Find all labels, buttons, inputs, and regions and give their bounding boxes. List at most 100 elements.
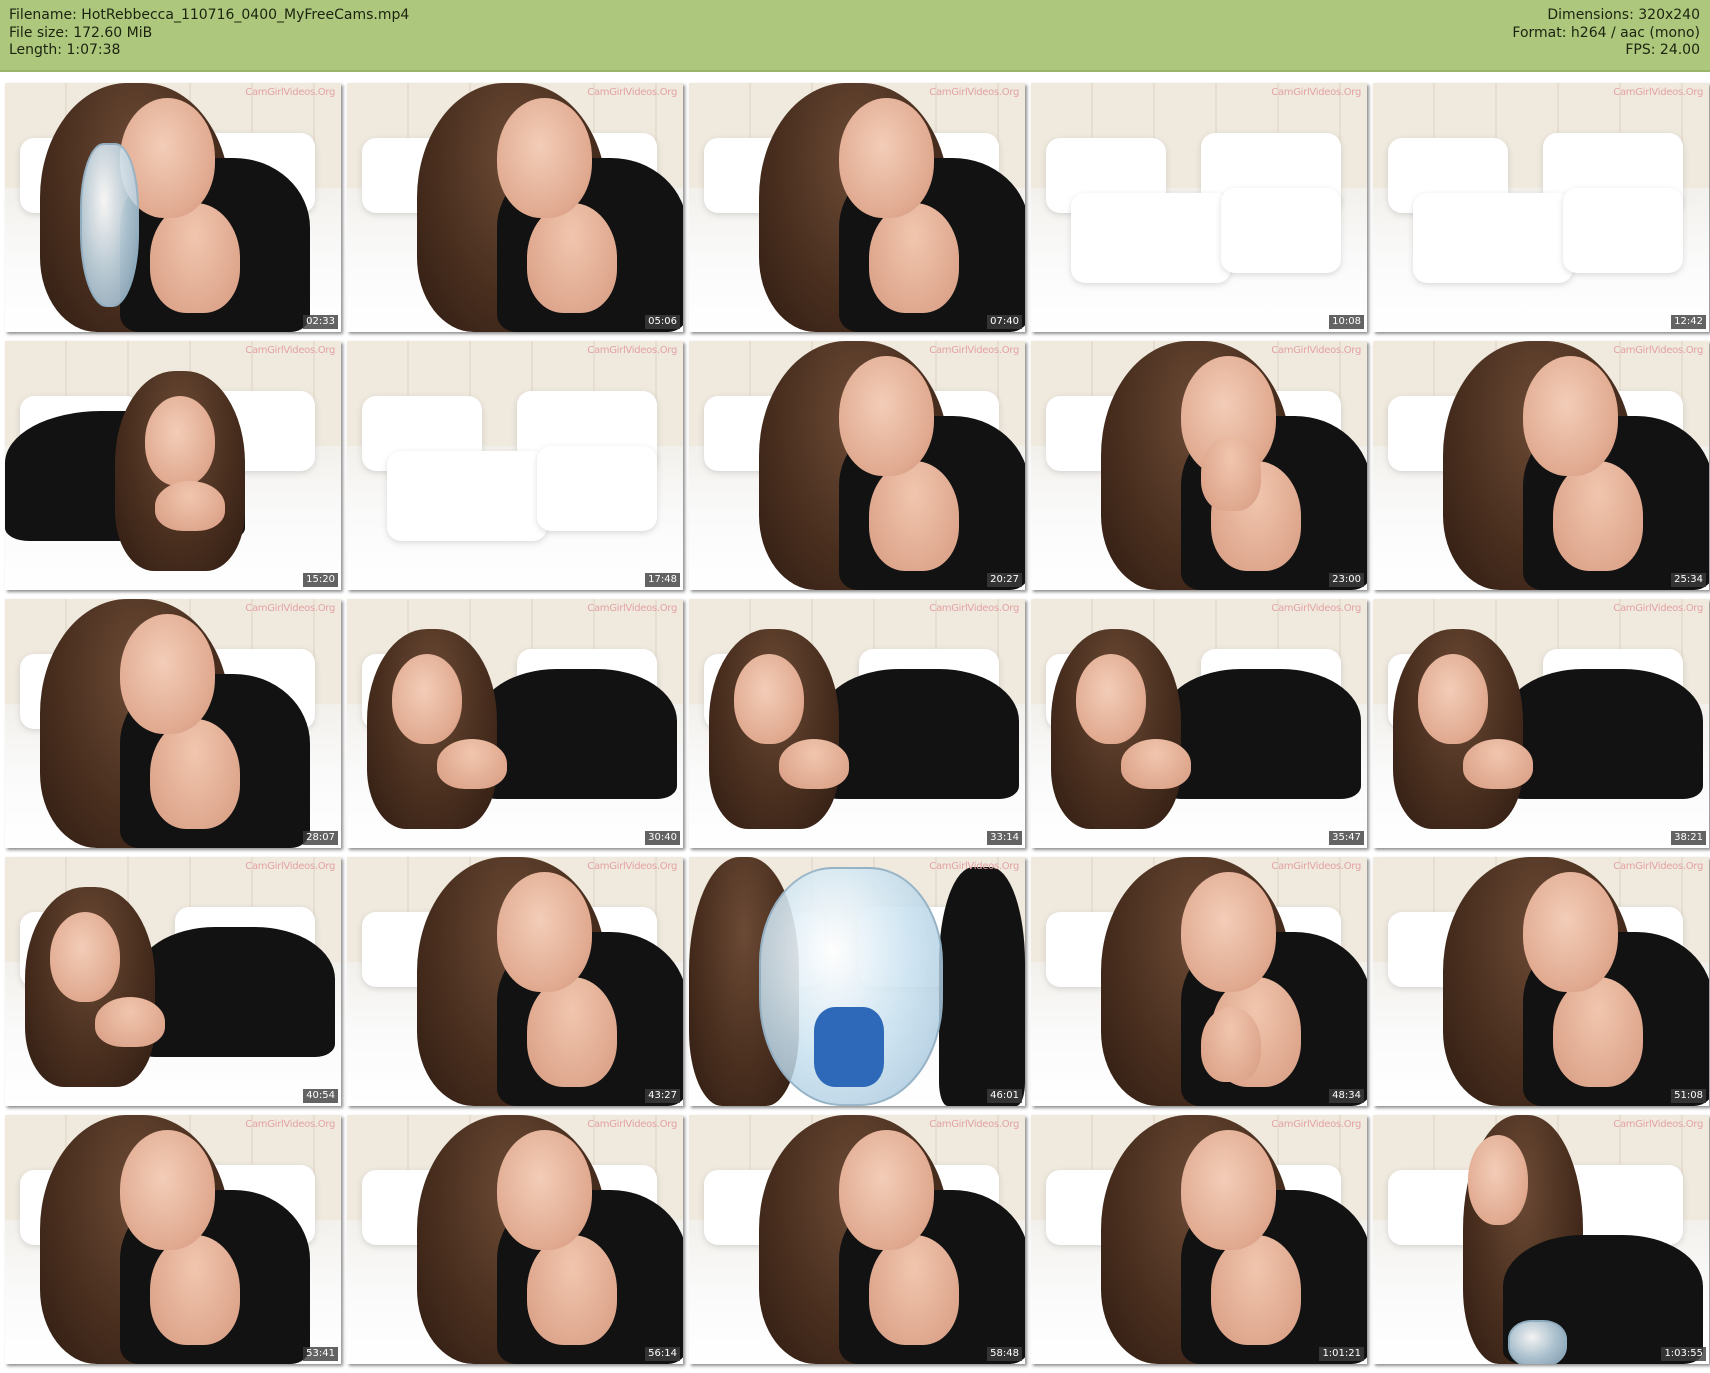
face xyxy=(497,872,592,992)
face xyxy=(120,614,215,734)
chest xyxy=(527,203,617,313)
video-info: Dimensions: 320x240 Format: h264 / aac (… xyxy=(1512,7,1700,60)
thumbnail-frame[interactable]: CamGirlVideos.Org 07:40 xyxy=(689,83,1025,332)
face xyxy=(839,356,934,476)
timestamp-label: 33:14 xyxy=(987,831,1022,845)
watermark-text: CamGirlVideos.Org xyxy=(245,87,335,98)
timestamp-label: 17:48 xyxy=(645,573,680,587)
filesize-text: File size: 172.60 MiB xyxy=(9,24,153,41)
face xyxy=(1076,654,1146,744)
thumbnail-frame[interactable]: CamGirlVideos.Org 51:08 xyxy=(1373,857,1709,1106)
timestamp-label: 51:08 xyxy=(1671,1089,1706,1103)
format-text: Format: h264 / aac (mono) xyxy=(1512,24,1700,41)
fps-text: FPS: 24.00 xyxy=(1625,42,1700,58)
watermark-text: CamGirlVideos.Org xyxy=(929,861,1019,872)
thumbnail-frame[interactable]: CamGirlVideos.Org 28:07 xyxy=(5,599,341,848)
thumbnail-frame[interactable]: CamGirlVideos.Org 30:40 xyxy=(347,599,683,848)
face xyxy=(1523,356,1618,476)
timestamp-label: 1:03:55 xyxy=(1661,1347,1706,1361)
thumbnail-frame[interactable]: CamGirlVideos.Org 40:54 xyxy=(5,857,341,1106)
timestamp-label: 10:08 xyxy=(1329,315,1364,329)
file-info: Filename: HotRebbecca_110716_0400_MyFree… xyxy=(9,7,409,60)
face xyxy=(50,912,120,1002)
pillow xyxy=(1563,188,1683,273)
thumbnail-frame[interactable]: CamGirlVideos.Org 33:14 xyxy=(689,599,1025,848)
watermark-text: CamGirlVideos.Org xyxy=(587,1119,677,1130)
watermark-text: CamGirlVideos.Org xyxy=(245,603,335,614)
watermark-text: CamGirlVideos.Org xyxy=(1613,87,1703,98)
watermark-text: CamGirlVideos.Org xyxy=(1613,861,1703,872)
chest xyxy=(155,481,225,531)
thumbnail-frame[interactable]: CamGirlVideos.Org 35:47 xyxy=(1031,599,1367,848)
timestamp-label: 30:40 xyxy=(645,831,680,845)
timestamp-label: 58:48 xyxy=(987,1347,1022,1361)
face xyxy=(839,1130,934,1250)
watermark-text: CamGirlVideos.Org xyxy=(1271,345,1361,356)
length-text: Length: 1:07:38 xyxy=(9,42,121,58)
chest xyxy=(437,739,507,789)
watermark-text: CamGirlVideos.Org xyxy=(245,861,335,872)
dress xyxy=(477,669,677,799)
chest xyxy=(150,719,240,829)
timestamp-label: 28:07 xyxy=(303,831,338,845)
face xyxy=(145,396,215,486)
thumbnail-frame[interactable]: CamGirlVideos.Org 02:33 xyxy=(5,83,341,332)
face xyxy=(497,1130,592,1250)
chest xyxy=(150,203,240,313)
watermark-text: CamGirlVideos.Org xyxy=(1613,345,1703,356)
timestamp-label: 1:01:21 xyxy=(1319,1347,1364,1361)
timestamp-label: 20:27 xyxy=(987,573,1022,587)
chest xyxy=(869,203,959,313)
thumbnail-frame[interactable]: CamGirlVideos.Org 1:03:55 xyxy=(1373,1115,1709,1364)
thumbnail-frame[interactable]: CamGirlVideos.Org 1:01:21 xyxy=(1031,1115,1367,1364)
chest xyxy=(527,1235,617,1345)
thumbnail-frame[interactable]: CamGirlVideos.Org 10:08 xyxy=(1031,83,1367,332)
thumbnail-frame[interactable]: CamGirlVideos.Org 48:34 xyxy=(1031,857,1367,1106)
thumbnail-frame[interactable]: CamGirlVideos.Org 20:27 xyxy=(689,341,1025,590)
watermark-text: CamGirlVideos.Org xyxy=(245,1119,335,1130)
pillow xyxy=(1221,188,1341,273)
dress xyxy=(1161,669,1361,799)
thumbnail-frame[interactable]: CamGirlVideos.Org 25:34 xyxy=(1373,341,1709,590)
thumbnail-frame[interactable]: CamGirlVideos.Org 58:48 xyxy=(689,1115,1025,1364)
dimensions-text: Dimensions: 320x240 xyxy=(1547,7,1700,23)
thumbnail-frame[interactable]: CamGirlVideos.Org 23:00 xyxy=(1031,341,1367,590)
watermark-text: CamGirlVideos.Org xyxy=(1271,861,1361,872)
dress xyxy=(1503,669,1703,799)
watermark-text: CamGirlVideos.Org xyxy=(929,87,1019,98)
watermark-text: CamGirlVideos.Org xyxy=(929,345,1019,356)
pillow xyxy=(537,446,657,531)
chest xyxy=(527,977,617,1087)
thumbnail-frame[interactable]: CamGirlVideos.Org 43:27 xyxy=(347,857,683,1106)
hand xyxy=(1201,436,1261,511)
thumbnail-frame[interactable]: CamGirlVideos.Org 15:20 xyxy=(5,341,341,590)
dress xyxy=(135,927,335,1057)
thumbnail-frame[interactable]: CamGirlVideos.Org 46:01 xyxy=(689,857,1025,1106)
thumbnail-frame[interactable]: CamGirlVideos.Org 38:21 xyxy=(1373,599,1709,848)
thumbnail-frame[interactable]: CamGirlVideos.Org 05:06 xyxy=(347,83,683,332)
timestamp-label: 12:42 xyxy=(1671,315,1706,329)
face xyxy=(1181,1130,1276,1250)
timestamp-label: 38:21 xyxy=(1671,831,1706,845)
timestamp-label: 23:00 xyxy=(1329,573,1364,587)
watermark-text: CamGirlVideos.Org xyxy=(1271,603,1361,614)
face xyxy=(1181,872,1276,992)
thumbnail-frame[interactable]: CamGirlVideos.Org 56:14 xyxy=(347,1115,683,1364)
watermark-text: CamGirlVideos.Org xyxy=(587,87,677,98)
chest xyxy=(150,1235,240,1345)
watermark-text: CamGirlVideos.Org xyxy=(587,861,677,872)
timestamp-label: 56:14 xyxy=(645,1347,680,1361)
thumbnail-frame[interactable]: CamGirlVideos.Org 12:42 xyxy=(1373,83,1709,332)
timestamp-label: 02:33 xyxy=(303,315,338,329)
pillow xyxy=(1413,193,1573,283)
watermark-text: CamGirlVideos.Org xyxy=(587,345,677,356)
chest xyxy=(1463,739,1533,789)
chest xyxy=(1553,461,1643,571)
thumbnail-frame[interactable]: CamGirlVideos.Org 17:48 xyxy=(347,341,683,590)
timestamp-label: 43:27 xyxy=(645,1089,680,1103)
glass xyxy=(80,143,139,307)
face xyxy=(1468,1135,1528,1225)
timestamp-label: 35:47 xyxy=(1329,831,1364,845)
thumbnail-frame[interactable]: CamGirlVideos.Org 53:41 xyxy=(5,1115,341,1364)
timestamp-label: 46:01 xyxy=(987,1089,1022,1103)
